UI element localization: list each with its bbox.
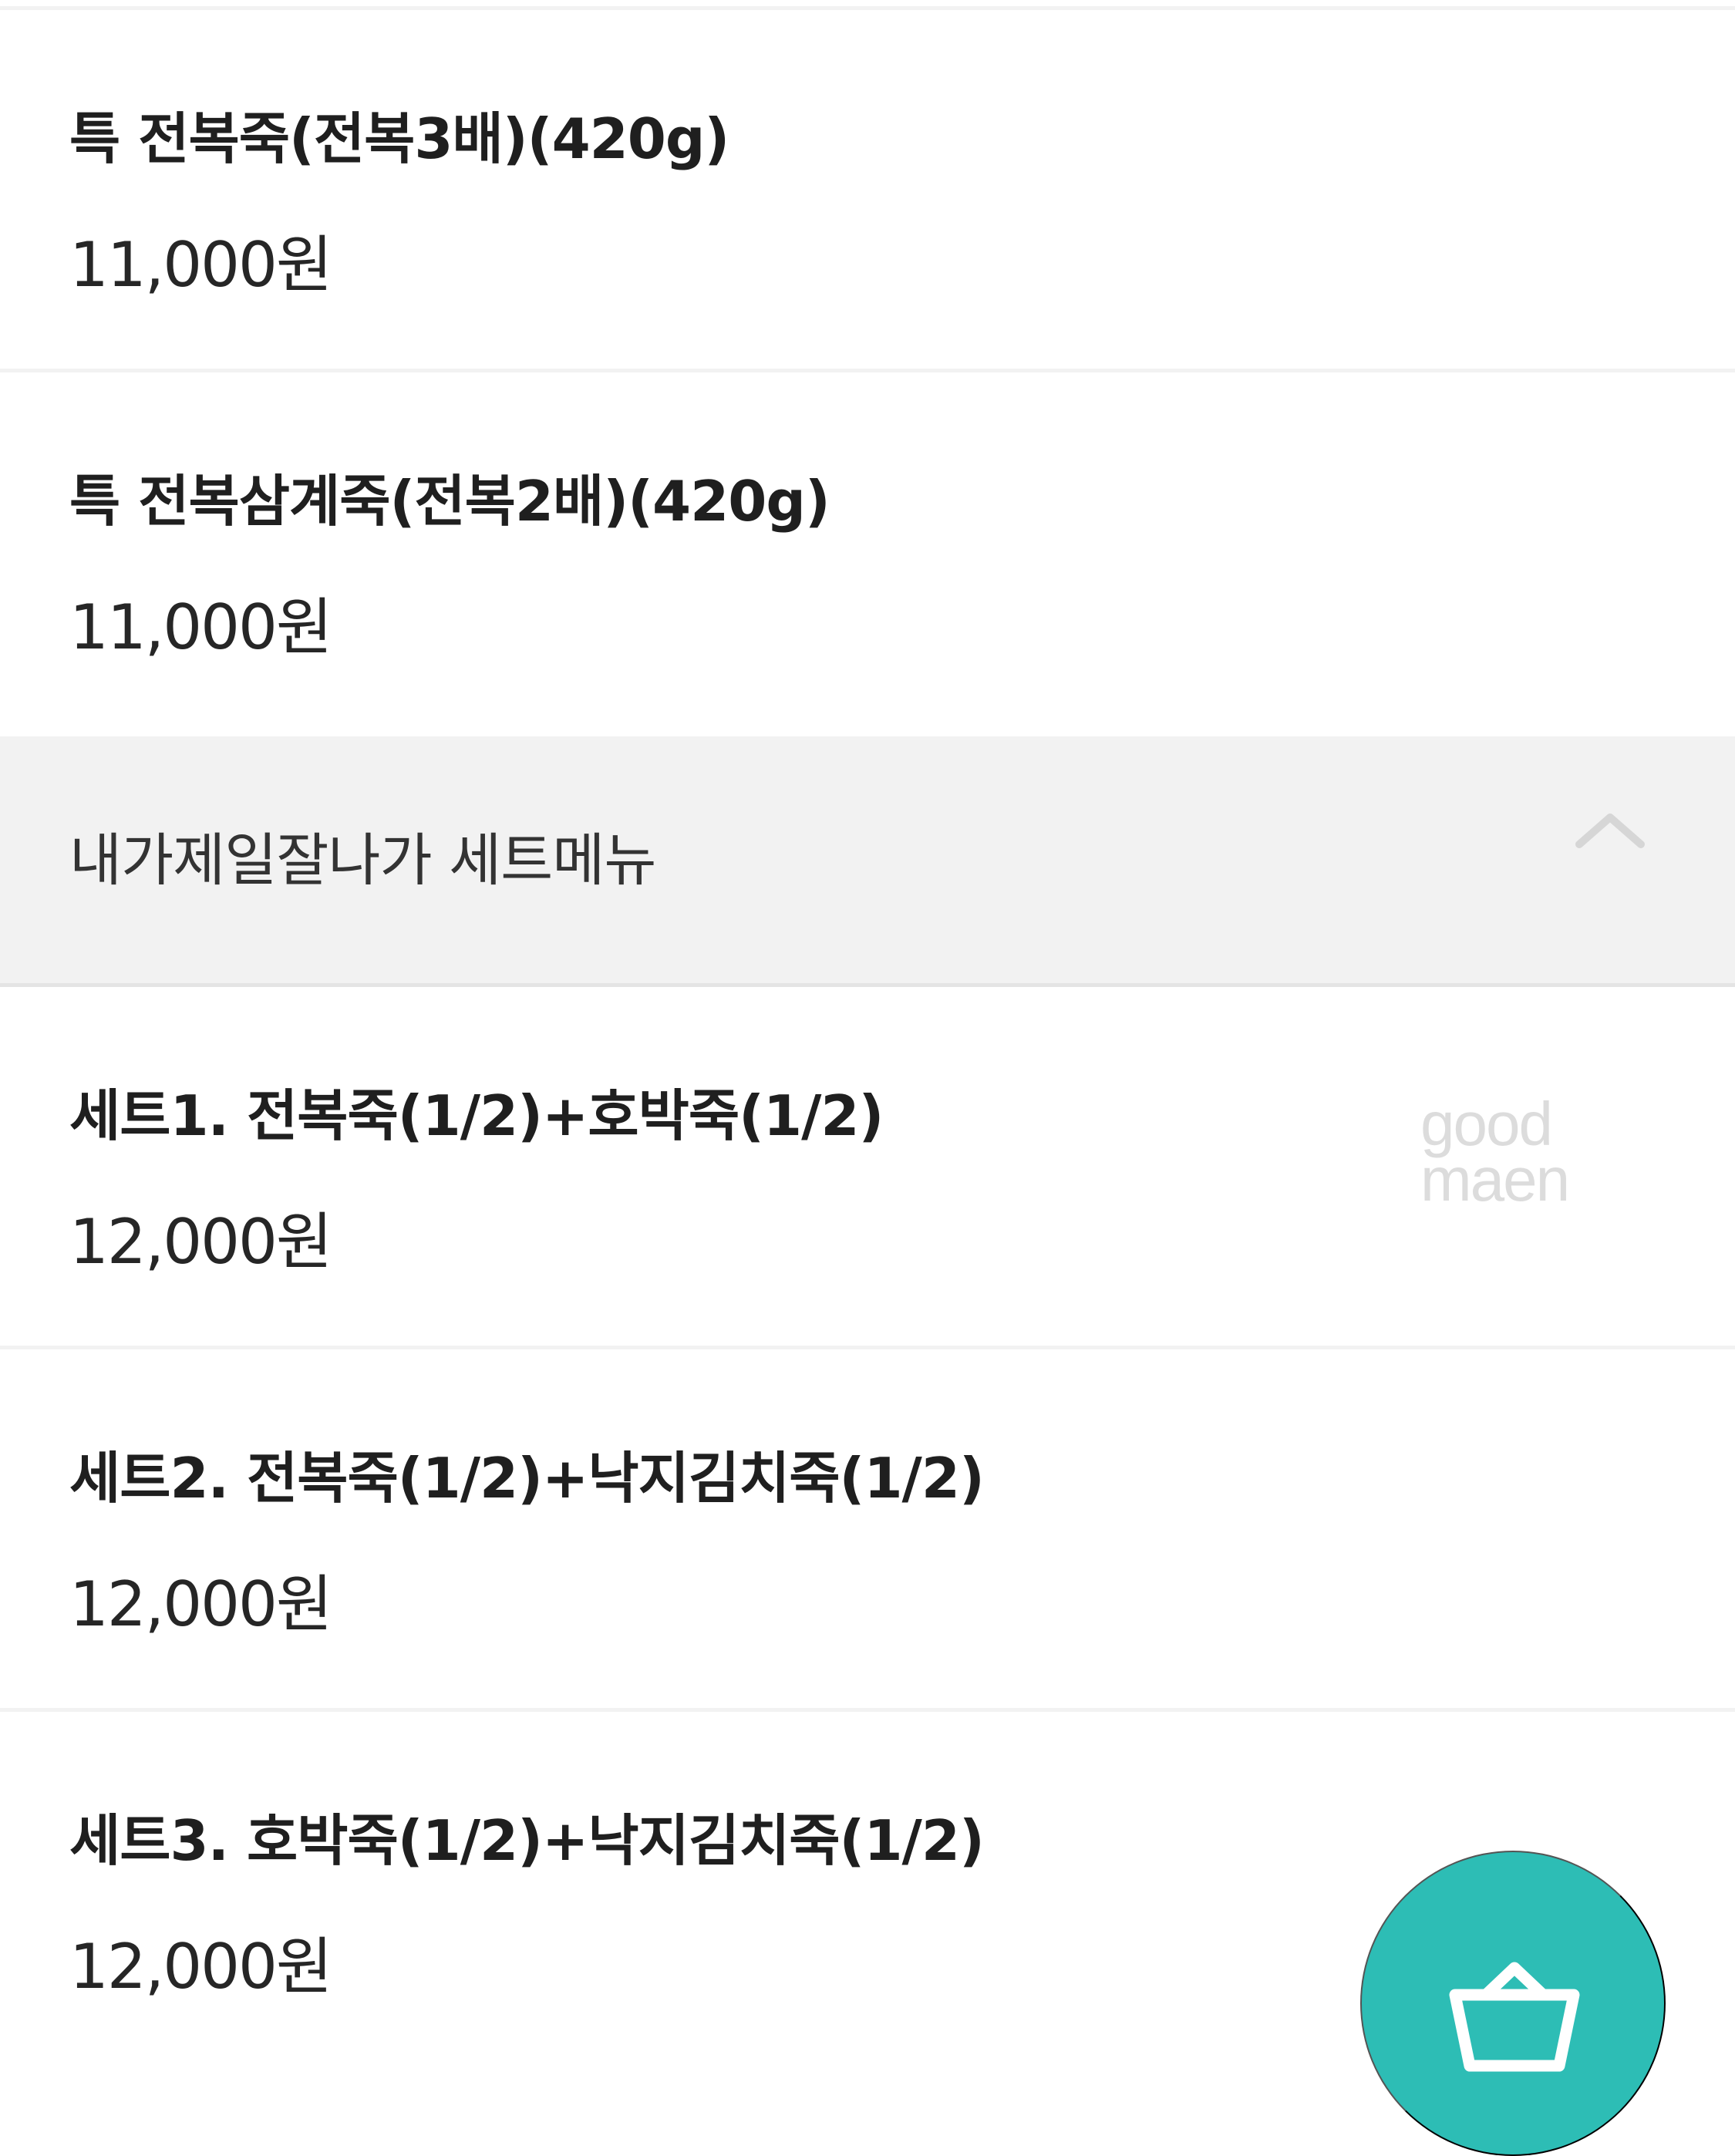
set-menu-section-header[interactable]: 내가제일잘나가 세트메뉴 <box>0 736 1735 983</box>
cart-button[interactable] <box>1360 1851 1666 2156</box>
menu-item-price: 11,000원 <box>69 229 333 301</box>
shopping-basket-icon <box>1449 1962 1580 2072</box>
section-title: 내가제일잘나가 세트메뉴 <box>69 827 656 894</box>
menu-item-special-abalone-porridge[interactable]: 특 전복죽(전복3배)(420g) 11,000원 <box>0 10 1735 369</box>
menu-item-set-2[interactable]: 세트2. 전복죽(1/2)+낙지김치죽(1/2) 12,000원 <box>0 1349 1735 1708</box>
menu-item-price: 12,000원 <box>69 1931 333 2003</box>
menu-item-name: 세트2. 전복죽(1/2)+낙지김치죽(1/2) <box>69 1446 985 1511</box>
menu-item-name: 특 전복삼계죽(전복2배)(420g) <box>69 469 830 534</box>
watermark-line: maen <box>1420 1145 1570 1214</box>
menu-item-special-abalone-samgye-porridge[interactable]: 특 전복삼계죽(전복2배)(420g) 11,000원 <box>0 372 1735 731</box>
menu-item-price: 12,000원 <box>69 1206 333 1278</box>
menu-list: 특 전복죽(전복3배)(420g) 11,000원 특 전복삼계죽(전복2배)(… <box>0 0 1735 2156</box>
watermark: good maen <box>1420 1090 1605 1228</box>
menu-item-name: 세트1. 전복죽(1/2)+호박죽(1/2) <box>69 1083 884 1148</box>
watermark-line: good <box>1420 1090 1553 1158</box>
chevron-up-icon[interactable] <box>1573 808 1647 854</box>
menu-item-price: 12,000원 <box>69 1568 333 1640</box>
menu-item-name: 특 전복죽(전복3배)(420g) <box>69 106 729 171</box>
menu-item-name: 세트3. 호박죽(1/2)+낙지김치죽(1/2) <box>69 1808 985 1873</box>
menu-item-price: 11,000원 <box>69 591 333 663</box>
